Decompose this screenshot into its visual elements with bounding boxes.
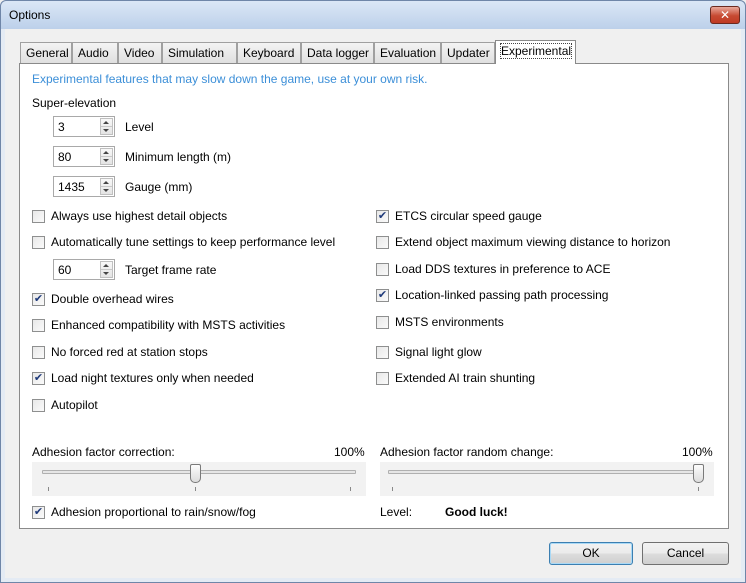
spinner-value: 80 [58,150,72,164]
checkbox-etcs-gauge[interactable]: ✔ [376,210,389,223]
checkbox-ai-shunting[interactable] [376,372,389,385]
checkbox-label: Always use highest detail objects [51,209,228,223]
checkbox-label: MSTS environments [395,315,504,329]
spinner-value: 1435 [58,180,85,194]
slider-track [388,470,704,474]
checkbox-adhesion-weather[interactable]: ✔ [32,506,45,519]
adhesion-random-value: 100% [682,445,713,459]
tab-label: Video [124,46,155,60]
checkbox-night-textures[interactable]: ✔ [32,372,45,385]
minimum-length-spinner[interactable]: 80 [53,146,115,167]
arrow-down-icon[interactable] [103,129,109,132]
tab-evaluation[interactable]: Evaluation [374,42,441,63]
tab-label: Data logger [307,46,370,60]
tab-simulation[interactable]: Simulation [162,42,237,63]
level-value: Good luck! [445,505,508,519]
checkbox-msts-compatibility[interactable] [32,319,45,332]
tab-updater[interactable]: Updater [441,42,495,63]
checkbox-label: Extend object maximum viewing distance t… [395,235,671,249]
spinner-value: 60 [58,263,72,277]
spinner-value: 3 [58,120,65,134]
target-frame-rate-label: Target frame rate [125,263,217,277]
tab-label: General [26,46,69,60]
ok-button[interactable]: OK [549,542,633,565]
superelevation-heading: Super-elevation [32,96,117,110]
gauge-label: Gauge (mm) [125,180,193,194]
adhesion-random-slider[interactable] [380,462,714,496]
spinner-arrows[interactable] [100,178,113,195]
tab-audio[interactable]: Audio [72,42,118,63]
window-title: Options [9,8,51,22]
arrow-down-icon[interactable] [103,189,109,192]
options-window: Options ✕ General Audio Video Simulation… [0,0,746,583]
tab-label: Keyboard [243,46,295,60]
checkbox-highest-detail[interactable] [32,210,45,223]
checkbox-label: Load DDS textures in preference to ACE [395,262,611,276]
checkbox-label: No forced red at station stops [51,345,208,359]
tab-experimental[interactable]: Experimental [495,40,576,64]
dialog-client: General Audio Video Simulation Keyboard … [5,29,741,578]
adhesion-random-label: Adhesion factor random change: [380,445,554,459]
spinner-arrows[interactable] [100,148,113,165]
title-bar[interactable]: Options ✕ [1,1,745,29]
slider-tick [48,487,49,491]
experimental-warning: Experimental features that may slow down… [32,72,428,86]
tab-general[interactable]: General [20,42,72,63]
gauge-spinner[interactable]: 1435 [53,176,115,197]
cancel-button[interactable]: Cancel [642,542,729,565]
superelevation-level-label: Level [125,120,154,134]
checkbox-label: Adhesion proportional to rain/snow/fog [51,505,256,519]
spinner-arrows[interactable] [100,261,113,278]
checkbox-label: ETCS circular speed gauge [395,209,542,223]
minimum-length-label: Minimum length (m) [125,150,232,164]
checkbox-label: Load night textures only when needed [51,371,254,385]
arrow-up-icon[interactable] [103,121,109,124]
tab-label: Updater [447,46,490,60]
target-frame-rate-spinner[interactable]: 60 [53,259,115,280]
checkbox-dds-textures[interactable] [376,263,389,276]
checkbox-auto-tune[interactable] [32,236,45,249]
checkbox-label: Double overhead wires [51,292,174,306]
arrow-down-icon[interactable] [103,272,109,275]
checkbox-label: Enhanced compatibility with MSTS activit… [51,318,286,332]
tab-label: Evaluation [380,46,437,60]
slider-tick [392,487,393,491]
checkbox-extend-viewing-distance[interactable] [376,236,389,249]
checkbox-label: Extended AI train shunting [395,371,536,385]
slider-thumb[interactable] [693,464,704,483]
experimental-panel: Experimental features that may slow down… [19,63,729,529]
superelevation-level-spinner[interactable]: 3 [53,116,115,137]
checkbox-autopilot[interactable] [32,399,45,412]
checkbox-label: Autopilot [51,398,98,412]
close-button[interactable]: ✕ [710,6,740,24]
checkbox-no-forced-red[interactable] [32,346,45,359]
level-label: Level: [380,505,413,519]
checkbox-label: Automatically tune settings to keep perf… [51,235,336,249]
slider-tick [195,487,196,491]
tab-label: Experimental [499,43,573,59]
arrow-up-icon[interactable] [103,181,109,184]
arrow-up-icon[interactable] [103,151,109,154]
checkbox-msts-environments[interactable] [376,316,389,329]
arrow-down-icon[interactable] [103,159,109,162]
tab-video[interactable]: Video [118,42,162,63]
tab-data-logger[interactable]: Data logger [301,42,374,63]
adhesion-correction-label: Adhesion factor correction: [32,445,175,459]
slider-tick [698,487,699,491]
checkbox-signal-light-glow[interactable] [376,346,389,359]
checkbox-double-overhead-wires[interactable]: ✔ [32,293,45,306]
adhesion-correction-value: 100% [334,445,365,459]
tab-label: Audio [78,46,109,60]
tab-keyboard[interactable]: Keyboard [237,42,301,63]
arrow-up-icon[interactable] [103,264,109,267]
slider-thumb[interactable] [190,464,202,483]
tab-label: Simulation [168,46,225,60]
checkbox-location-passing-path[interactable]: ✔ [376,289,389,302]
checkbox-label: Location-linked passing path processing [395,288,609,302]
adhesion-correction-slider[interactable] [32,462,366,496]
checkbox-label: Signal light glow [395,345,482,359]
spinner-arrows[interactable] [100,118,113,135]
slider-tick [350,487,351,491]
